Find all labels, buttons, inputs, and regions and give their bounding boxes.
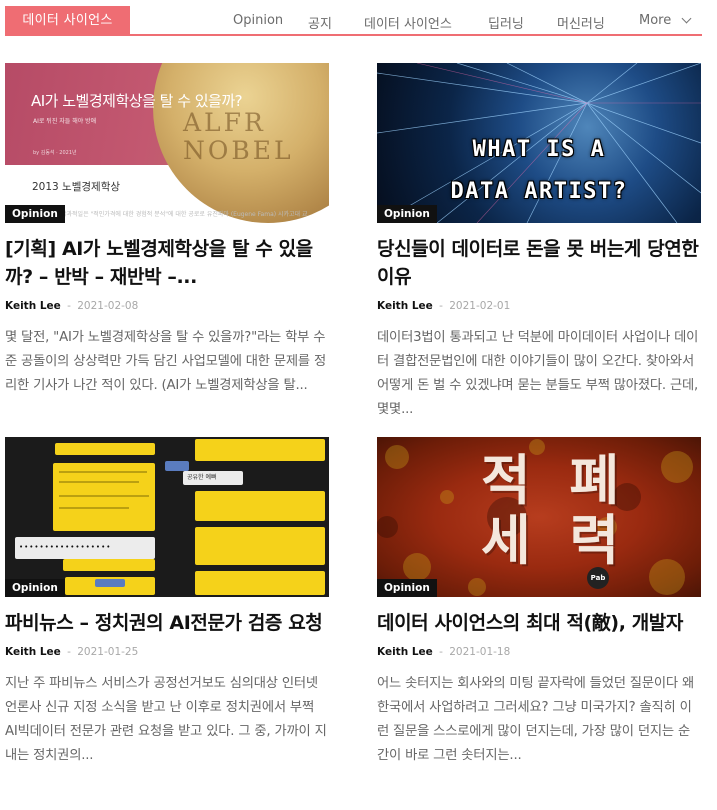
post-card: •••••••••••••••••• 공유한 예뻐 Opinion 파비뉴스 –… (5, 437, 329, 768)
category-badge[interactable]: Opinion (5, 205, 65, 223)
meta-separator: - (439, 646, 443, 658)
post-card: ALFR NOBEL AI가 노벨경제학상을 탈 수 있을까? AI로 뒤진 자… (5, 63, 329, 398)
post-excerpt: 어느 솟터지는 회사와의 미팅 끝자락에 들었던 질문이다 왜 한국에서 사업하… (377, 676, 694, 763)
chat-bubble (195, 571, 325, 595)
meta-separator: - (67, 300, 71, 312)
post-title[interactable]: [기획] AI가 노벨경제학상을 탈 수 있을까? – 반박 – 재반박 –..… (5, 235, 329, 291)
chat-text-line (59, 507, 129, 509)
chevron-down-icon (681, 13, 692, 24)
post-date: 2021-01-18 (449, 646, 511, 658)
post-author[interactable]: Keith Lee (5, 646, 61, 658)
thumbnail-headline-line-2: 세 력 (481, 509, 630, 572)
chat-bubble (195, 439, 325, 461)
post-title[interactable]: 데이터 사이언스의 최대 적(敵), 개발자 (377, 609, 701, 637)
chat-text-line (59, 481, 139, 483)
thumbnail-body-text: 탑과적일은 "적인가격에 대한 경험적 분석"에 대한 공로로 유진파마 (Eu… (61, 211, 308, 218)
thumbnail-byline: by 김동석 · 2021년 (33, 150, 77, 156)
redaction-mark (95, 579, 125, 587)
post-thumbnail[interactable]: WHAT IS A DATA ARTIST? Opinion (377, 63, 701, 223)
medal-engraving: ALFR NOBEL (183, 108, 294, 165)
thumbnail-headline-line-1: WHAT IS A (472, 137, 606, 162)
thumbnail-section-title: 2013 노벨경제학상 (32, 181, 121, 193)
nav-opinion[interactable]: Opinion (233, 13, 283, 28)
post-date: 2021-01-25 (77, 646, 139, 658)
post-author[interactable]: Keith Lee (377, 300, 433, 312)
post-card: WHAT IS A DATA ARTIST? Opinion 당신들이 데이터로… (377, 63, 701, 422)
post-thumbnail[interactable]: ALFR NOBEL AI가 노벨경제학상을 탈 수 있을까? AI로 뒤진 자… (5, 63, 329, 223)
post-excerpt: 데이터3법이 통과되고 난 덕분에 마이데이터 사업이나 데이터 결합전문법인에… (377, 330, 699, 417)
chat-text-line (59, 495, 149, 497)
chat-bubble (195, 491, 325, 521)
post-excerpt: 지난 주 파비뉴스 서비스가 공정선거보도 심의대상 인터넷언론사 신규 지정 … (5, 676, 327, 763)
chat-reply-bubble: 공유한 예뻐 (183, 471, 243, 485)
post-author[interactable]: Keith Lee (377, 646, 433, 658)
post-excerpt: 몇 달전, "AI가 노벨경제학상을 탈 수 있을까?"라는 학부 수준 공돌이… (5, 330, 327, 393)
nav-more[interactable]: More (639, 13, 692, 28)
chat-bubble (55, 443, 155, 455)
category-badge[interactable]: Opinion (377, 205, 437, 223)
post-thumbnail[interactable]: 적 폐 세 력 Pab Opinion (377, 437, 701, 597)
post-date: 2021-02-01 (449, 300, 511, 312)
nav-notice[interactable]: 공지 (308, 13, 332, 32)
meta-separator: - (67, 646, 71, 658)
post-meta: Keith Lee - 2021-01-18 (377, 646, 701, 658)
category-badge[interactable]: Opinion (5, 579, 65, 597)
redaction-mark (165, 461, 189, 471)
nav-more-label: More (639, 13, 672, 28)
post-author[interactable]: Keith Lee (5, 300, 61, 312)
post-title[interactable]: 파비뉴스 – 정치권의 AI전문가 검증 요청 (5, 609, 329, 637)
chat-bubble (195, 527, 325, 565)
meta-separator: - (439, 300, 443, 312)
publisher-logo: Pab (587, 567, 609, 589)
chat-bubble (53, 463, 155, 531)
nav-deep-learning[interactable]: 딥러닝 (488, 13, 524, 32)
site-header: 데이터 사이언스 Opinion 공지 데이터 사이언스 딥러닝 머신러닝 Mo… (0, 0, 717, 38)
category-badge[interactable]: Opinion (377, 579, 437, 597)
post-card: 적 폐 세 력 Pab Opinion 데이터 사이언스의 최대 적(敵), 개… (377, 437, 701, 768)
site-brand[interactable]: 데이터 사이언스 (5, 6, 130, 36)
thumbnail-subtitle: AI로 뒤진 자들 해야 방애 (33, 118, 97, 125)
nav-data-science[interactable]: 데이터 사이언스 (364, 13, 452, 32)
thumbnail-headline-line-2: DATA ARTIST? (450, 179, 628, 204)
thumbnail-headline-line-1: 적 폐 (481, 449, 630, 512)
post-meta: Keith Lee - 2021-01-25 (5, 646, 329, 658)
thumbnail-headline: AI가 노벨경제학상을 탈 수 있을까? (31, 92, 243, 110)
chat-bubble (63, 559, 155, 571)
post-thumbnail[interactable]: •••••••••••••••••• 공유한 예뻐 Opinion (5, 437, 329, 597)
post-title[interactable]: 당신들이 데이터로 돈을 못 버는게 당연한 이유 (377, 235, 701, 291)
post-meta: Keith Lee - 2021-02-01 (377, 300, 701, 312)
masked-text: •••••••••••••••••• (19, 543, 112, 551)
header-accent-line (5, 34, 702, 36)
post-date: 2021-02-08 (77, 300, 139, 312)
nav-machine-learning[interactable]: 머신러닝 (557, 13, 605, 32)
post-meta: Keith Lee - 2021-02-08 (5, 300, 329, 312)
chat-text-line (59, 471, 147, 473)
